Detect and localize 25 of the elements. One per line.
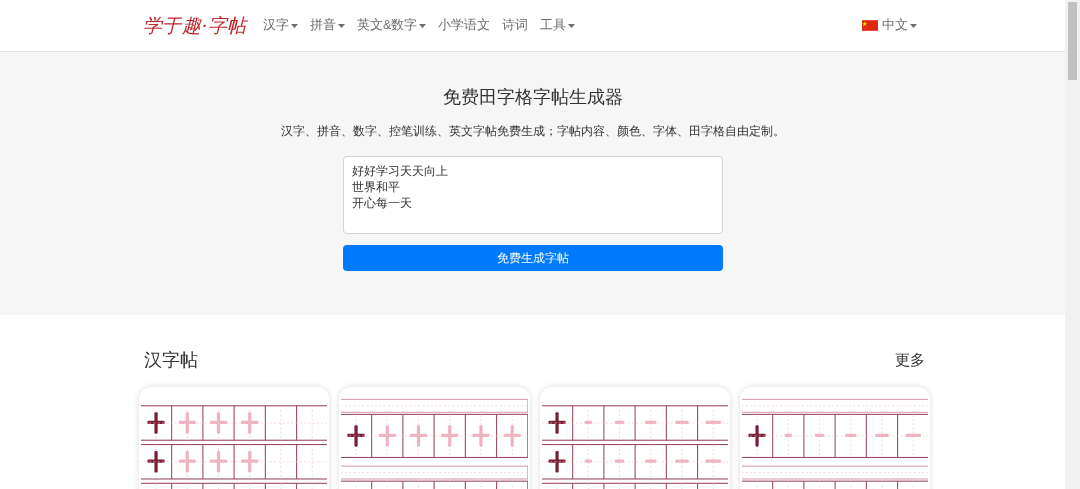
caret-icon: [337, 23, 345, 28]
input-text-line: 世界和平: [351, 180, 400, 196]
text-input-field[interactable]: 好好学习天天向上 世界和平 开心每一天: [342, 156, 723, 235]
input-text-line: 开心每一天: [351, 196, 412, 212]
flag-icon: [862, 20, 878, 31]
section-title: 汉字帖: [144, 349, 198, 372]
language-selector[interactable]: 中文: [862, 16, 917, 35]
more-link[interactable]: 更多: [895, 349, 925, 372]
scrollbar[interactable]: [1065, 0, 1080, 489]
caret-icon: [290, 23, 298, 28]
nav-menu-item[interactable]: 英文&数字: [356, 16, 427, 35]
nav-menu-item[interactable]: 工具: [540, 16, 576, 35]
caret-icon: [910, 23, 917, 28]
hero-subtitle: 汉字、拼音、数字、控笔训练、英文字帖免费生成；字帖内容、颜色、字体、田字格自由定制。: [280, 124, 785, 139]
generate-button[interactable]: 免费生成字帖: [342, 245, 723, 272]
nav-menu-item[interactable]: 拼音: [309, 16, 345, 35]
caret-icon: [568, 23, 576, 28]
input-text-line: 好好学习天天向上: [351, 164, 448, 180]
nav-menu-item[interactable]: 诗词: [502, 16, 529, 35]
nav-menu-item[interactable]: 汉字: [262, 16, 298, 35]
hero-title: 免费田字格字帖生成器: [442, 88, 623, 106]
logo[interactable]: 学于趣·字帖: [143, 11, 247, 40]
caret-icon: [419, 23, 427, 28]
nav-menu-item[interactable]: 小学语文: [438, 16, 491, 35]
scrollbar-thumb[interactable]: [1068, 2, 1077, 80]
